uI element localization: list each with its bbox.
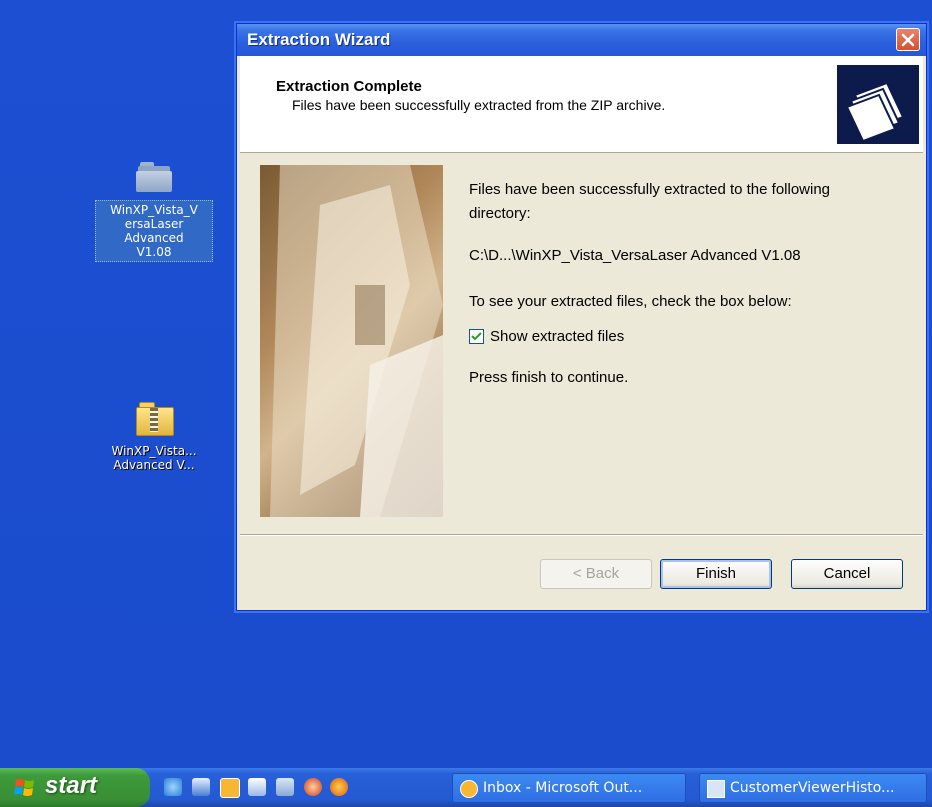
taskbar-item-customerviewer[interactable]: CustomerViewerHisto... xyxy=(699,773,927,803)
show-files-checkbox[interactable] xyxy=(469,329,484,344)
checkbox-label: Show extracted files xyxy=(490,328,625,345)
taskbar-item-outlook[interactable]: Inbox - Microsoft Out... xyxy=(452,773,686,803)
notepad-icon[interactable] xyxy=(276,778,294,796)
window-title: Extraction Wizard xyxy=(247,30,391,49)
cancel-button[interactable]: Cancel xyxy=(791,559,903,589)
back-button[interactable]: < Back xyxy=(540,559,652,589)
header-title: Extraction Complete xyxy=(276,78,422,95)
instruction-text: To see your extracted files, check the b… xyxy=(469,293,792,310)
firefox-icon[interactable] xyxy=(330,778,348,796)
window-icon xyxy=(707,780,725,798)
folder-icon xyxy=(136,162,172,192)
outlook-icon xyxy=(460,780,478,798)
windows-logo-icon xyxy=(14,779,34,796)
desktop-icon-label: WinXP_Vista... Advanced V... xyxy=(111,444,197,472)
title-bar[interactable]: Extraction Wizard xyxy=(237,24,926,56)
windows-media-icon[interactable] xyxy=(192,778,210,796)
close-icon xyxy=(901,33,915,47)
start-label: start xyxy=(45,772,98,799)
finish-instruction: Press finish to continue. xyxy=(469,369,629,386)
desktop-icon-label: WinXP_Vista_V ersaLaser Advanced V1.08 xyxy=(95,200,213,262)
desktop-icon-versalaser-zip[interactable]: WinXP_Vista... Advanced V... xyxy=(94,402,214,474)
clock-icon[interactable] xyxy=(220,778,240,798)
success-message: Files have been successfully extracted t… xyxy=(469,181,831,222)
zip-folders-logo-icon xyxy=(837,65,919,144)
wizard-header: Extraction Complete Files have been succ… xyxy=(240,56,923,153)
desktop: WinXP_Vista_V ersaLaser Advanced V1.08 W… xyxy=(0,0,932,768)
zip-folder-icon xyxy=(136,402,174,436)
show-files-checkbox-row[interactable]: Show extracted files xyxy=(469,328,624,345)
ie-icon[interactable] xyxy=(164,778,182,796)
start-button[interactable]: start xyxy=(0,768,150,807)
extraction-wizard-window: Extraction Wizard Extraction Complete Fi… xyxy=(236,23,927,611)
taskbar: start Inbox - Microsoft Out... CustomerV… xyxy=(0,768,932,807)
sync-icon[interactable] xyxy=(248,778,266,796)
close-button[interactable] xyxy=(896,28,920,51)
header-subtitle: Files have been successfully extracted f… xyxy=(292,97,666,113)
desktop-icon-versalaser-folder[interactable]: WinXP_Vista_V ersaLaser Advanced V1.08 xyxy=(94,162,214,262)
finish-button[interactable]: Finish xyxy=(660,559,772,589)
taskbar-item-label: Inbox - Microsoft Out... xyxy=(483,780,643,796)
checkmark-icon xyxy=(471,332,482,341)
extraction-path: C:\D...\WinXP_Vista_VersaLaser Advanced … xyxy=(469,247,801,264)
taskbar-item-label: CustomerViewerHisto... xyxy=(730,780,895,796)
media-icon[interactable] xyxy=(304,778,322,796)
wizard-side-image xyxy=(260,165,443,517)
button-separator xyxy=(240,534,923,536)
